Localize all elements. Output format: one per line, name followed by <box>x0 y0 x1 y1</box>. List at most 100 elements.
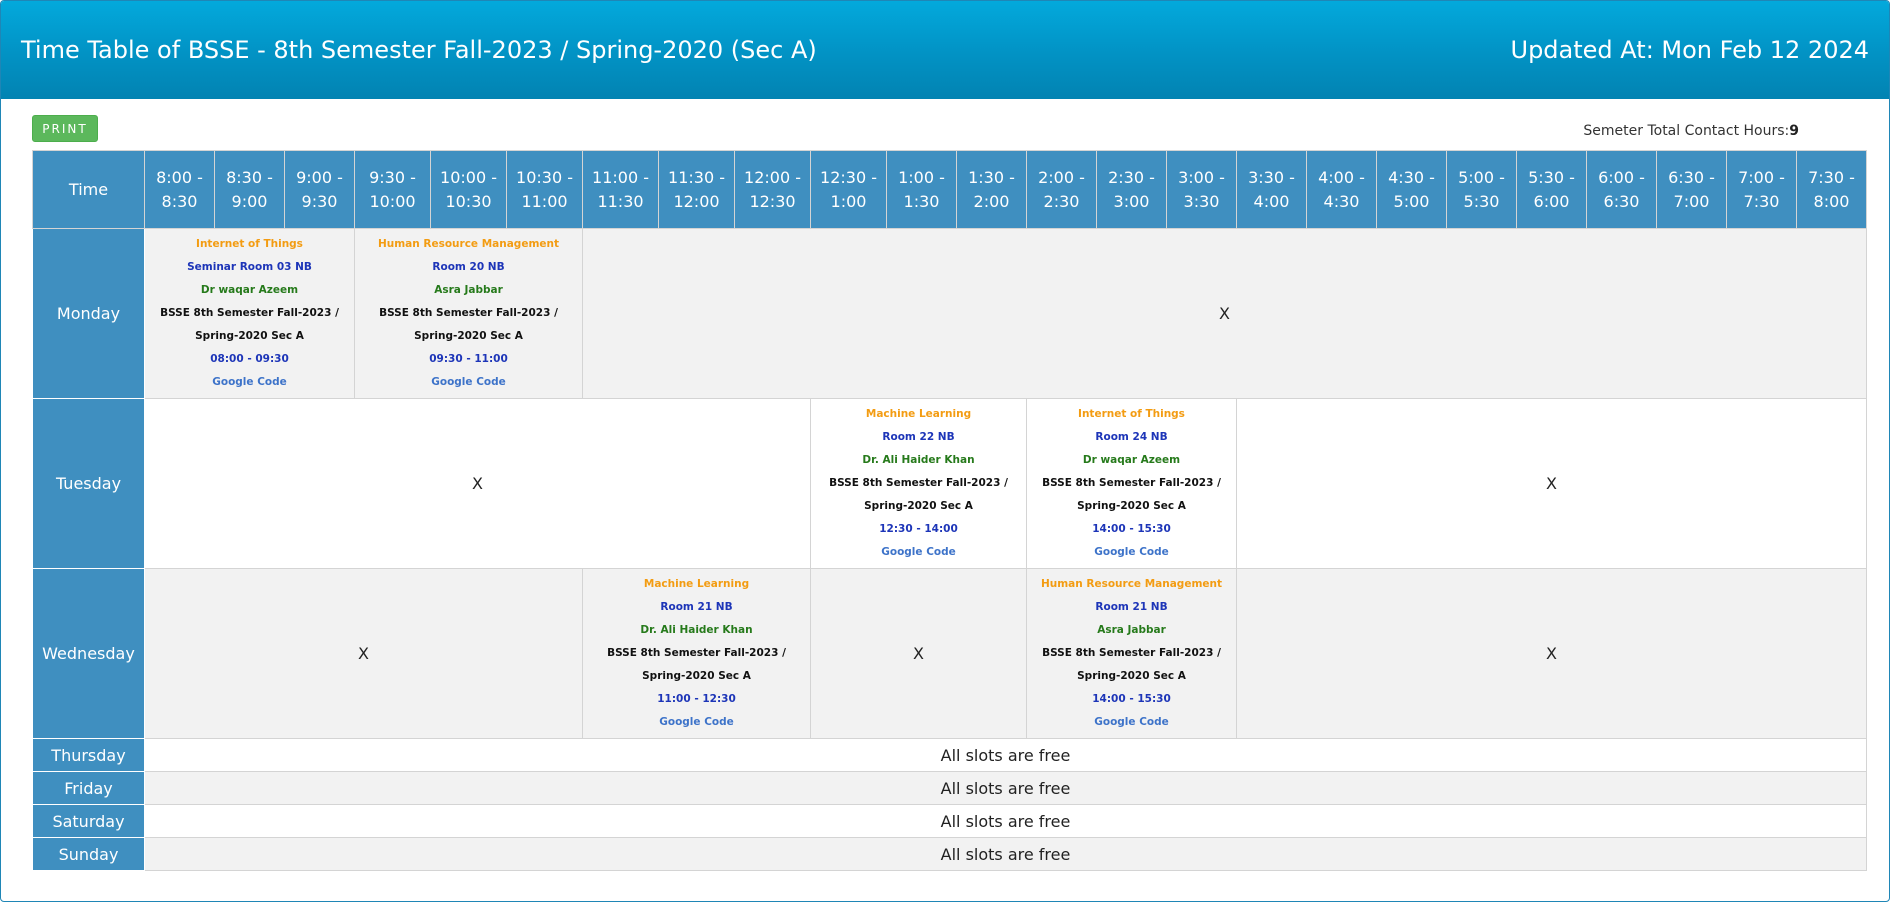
google-code-link[interactable]: Google Code <box>145 371 354 394</box>
contact-hours: Semeter Total Contact Hours:9 <box>1583 123 1799 139</box>
google-code-link[interactable]: Google Code <box>355 371 582 394</box>
time-corner: Time <box>32 150 145 229</box>
google-code-link[interactable]: Google Code <box>583 711 810 734</box>
google-code-link[interactable]: Google Code <box>811 541 1026 564</box>
time-slot-header: 3:30 - 4:00 <box>1236 150 1307 229</box>
day-label: Sunday <box>32 837 145 871</box>
empty-slot: X <box>144 398 811 569</box>
day-label: Thursday <box>32 738 145 772</box>
day-row-friday: Friday All slots are free <box>32 771 1867 805</box>
time-slot-header: 10:00 - 10:30 <box>430 150 507 229</box>
timetable: Time 8:00 - 8:30 8:30 - 9:00 9:00 - 9:30… <box>32 150 1867 871</box>
free-slots: All slots are free <box>144 738 1867 772</box>
class-slot: Machine Learning Room 22 NB Dr. Ali Haid… <box>810 398 1027 569</box>
teacher-name: Dr waqar Azeem <box>200 284 299 296</box>
time-slot-header: 12:30 - 1:00 <box>810 150 887 229</box>
class-time: 08:00 - 09:30 <box>210 353 289 365</box>
time-slot-header: 5:30 - 6:00 <box>1516 150 1587 229</box>
class-time: 12:30 - 14:00 <box>879 523 958 535</box>
timetable-page: Time Table of BSSE - 8th Semester Fall-2… <box>0 0 1890 902</box>
class-time: 14:00 - 15:30 <box>1092 693 1171 705</box>
time-slot-header: 10:30 - 11:00 <box>506 150 583 229</box>
time-slot-header: 3:00 - 3:30 <box>1166 150 1237 229</box>
course-name: Internet of Things <box>196 238 303 250</box>
class-slot: Internet of Things Room 24 NB Dr waqar A… <box>1026 398 1237 569</box>
empty-slot: X <box>582 228 1867 399</box>
section-line: BSSE 8th Semester Fall-2023 / <box>160 307 339 319</box>
section-line: Spring-2020 Sec A <box>642 670 751 682</box>
section-line: Spring-2020 Sec A <box>1077 670 1186 682</box>
toolbar: PRINT Semeter Total Contact Hours:9 <box>1 99 1889 151</box>
updated-at: Updated At: Mon Feb 12 2024 <box>1510 36 1870 64</box>
room-name: Room 20 NB <box>432 261 505 273</box>
empty-slot: X <box>144 568 583 739</box>
time-slot-header: 9:00 - 9:30 <box>284 150 355 229</box>
day-label: Wednesday <box>32 568 145 739</box>
section-line: BSSE 8th Semester Fall-2023 / <box>379 307 558 319</box>
day-row-tuesday: Tuesday X Machine Learning Room 22 NB Dr… <box>32 398 1867 569</box>
time-slot-header: 5:00 - 5:30 <box>1446 150 1517 229</box>
course-name: Human Resource Management <box>1040 578 1223 590</box>
section-line: Spring-2020 Sec A <box>1077 500 1186 512</box>
time-slot-header: 2:30 - 3:00 <box>1096 150 1167 229</box>
time-header-row: Time 8:00 - 8:30 8:30 - 9:00 9:00 - 9:30… <box>32 150 1867 229</box>
print-button[interactable]: PRINT <box>32 115 98 142</box>
teacher-name: Dr. Ali Haider Khan <box>640 624 753 636</box>
google-code-link[interactable]: Google Code <box>1027 541 1236 564</box>
course-name: Internet of Things <box>1078 408 1185 420</box>
section-line: BSSE 8th Semester Fall-2023 / <box>1042 647 1221 659</box>
class-time: 14:00 - 15:30 <box>1092 523 1171 535</box>
section-line: Spring-2020 Sec A <box>864 500 973 512</box>
time-slot-header: 6:30 - 7:00 <box>1656 150 1727 229</box>
class-time: 11:00 - 12:30 <box>657 693 736 705</box>
class-slot: Human Resource Management Room 20 NB Asr… <box>354 228 583 399</box>
day-row-monday: Monday Internet of Things Seminar Room 0… <box>32 228 1867 399</box>
section-line: BSSE 8th Semester Fall-2023 / <box>1042 477 1221 489</box>
time-slot-header: 4:00 - 4:30 <box>1306 150 1377 229</box>
course-name: Human Resource Management <box>377 238 560 250</box>
room-name: Room 24 NB <box>1095 431 1168 443</box>
time-slot-header: 8:30 - 9:00 <box>214 150 285 229</box>
section-line: BSSE 8th Semester Fall-2023 / <box>607 647 786 659</box>
page-title: Time Table of BSSE - 8th Semester Fall-2… <box>21 36 817 64</box>
time-slot-header: 6:00 - 6:30 <box>1586 150 1657 229</box>
room-name: Room 21 NB <box>1095 601 1168 613</box>
teacher-name: Asra Jabbar <box>434 284 503 296</box>
course-name: Machine Learning <box>643 578 750 590</box>
teacher-name: Dr waqar Azeem <box>1082 454 1181 466</box>
day-row-sunday: Sunday All slots are free <box>32 837 1867 871</box>
day-row-thursday: Thursday All slots are free <box>32 738 1867 772</box>
section-line: Spring-2020 Sec A <box>195 330 304 342</box>
page-header: Time Table of BSSE - 8th Semester Fall-2… <box>1 1 1889 99</box>
day-row-wednesday: Wednesday X Machine Learning Room 21 NB … <box>32 568 1867 739</box>
section-line: Spring-2020 Sec A <box>414 330 523 342</box>
empty-slot: X <box>1236 398 1867 569</box>
free-slots: All slots are free <box>144 771 1867 805</box>
class-slot: Machine Learning Room 21 NB Dr. Ali Haid… <box>582 568 811 739</box>
class-slot: Internet of Things Seminar Room 03 NB Dr… <box>144 228 355 399</box>
class-slot: Human Resource Management Room 21 NB Asr… <box>1026 568 1237 739</box>
time-slot-header: 7:30 - 8:00 <box>1796 150 1867 229</box>
time-slot-header: 11:30 - 12:00 <box>658 150 735 229</box>
day-label: Saturday <box>32 804 145 838</box>
class-time: 09:30 - 11:00 <box>429 353 508 365</box>
empty-slot: X <box>810 568 1027 739</box>
time-slot-header: 11:00 - 11:30 <box>582 150 659 229</box>
time-slot-header: 4:30 - 5:00 <box>1376 150 1447 229</box>
teacher-name: Asra Jabbar <box>1097 624 1166 636</box>
contact-hours-value: 9 <box>1789 123 1799 139</box>
google-code-link[interactable]: Google Code <box>1027 711 1236 734</box>
day-label: Friday <box>32 771 145 805</box>
time-slot-header: 12:00 - 12:30 <box>734 150 811 229</box>
room-name: Room 22 NB <box>882 431 955 443</box>
time-slot-header: 1:30 - 2:00 <box>956 150 1027 229</box>
course-name: Machine Learning <box>865 408 972 420</box>
contact-hours-label: Semeter Total Contact Hours: <box>1583 123 1790 139</box>
day-label: Tuesday <box>32 398 145 569</box>
free-slots: All slots are free <box>144 804 1867 838</box>
time-slot-header: 9:30 - 10:00 <box>354 150 431 229</box>
section-line: BSSE 8th Semester Fall-2023 / <box>829 477 1008 489</box>
empty-slot: X <box>1236 568 1867 739</box>
teacher-name: Dr. Ali Haider Khan <box>862 454 975 466</box>
room-name: Seminar Room 03 NB <box>187 261 312 273</box>
